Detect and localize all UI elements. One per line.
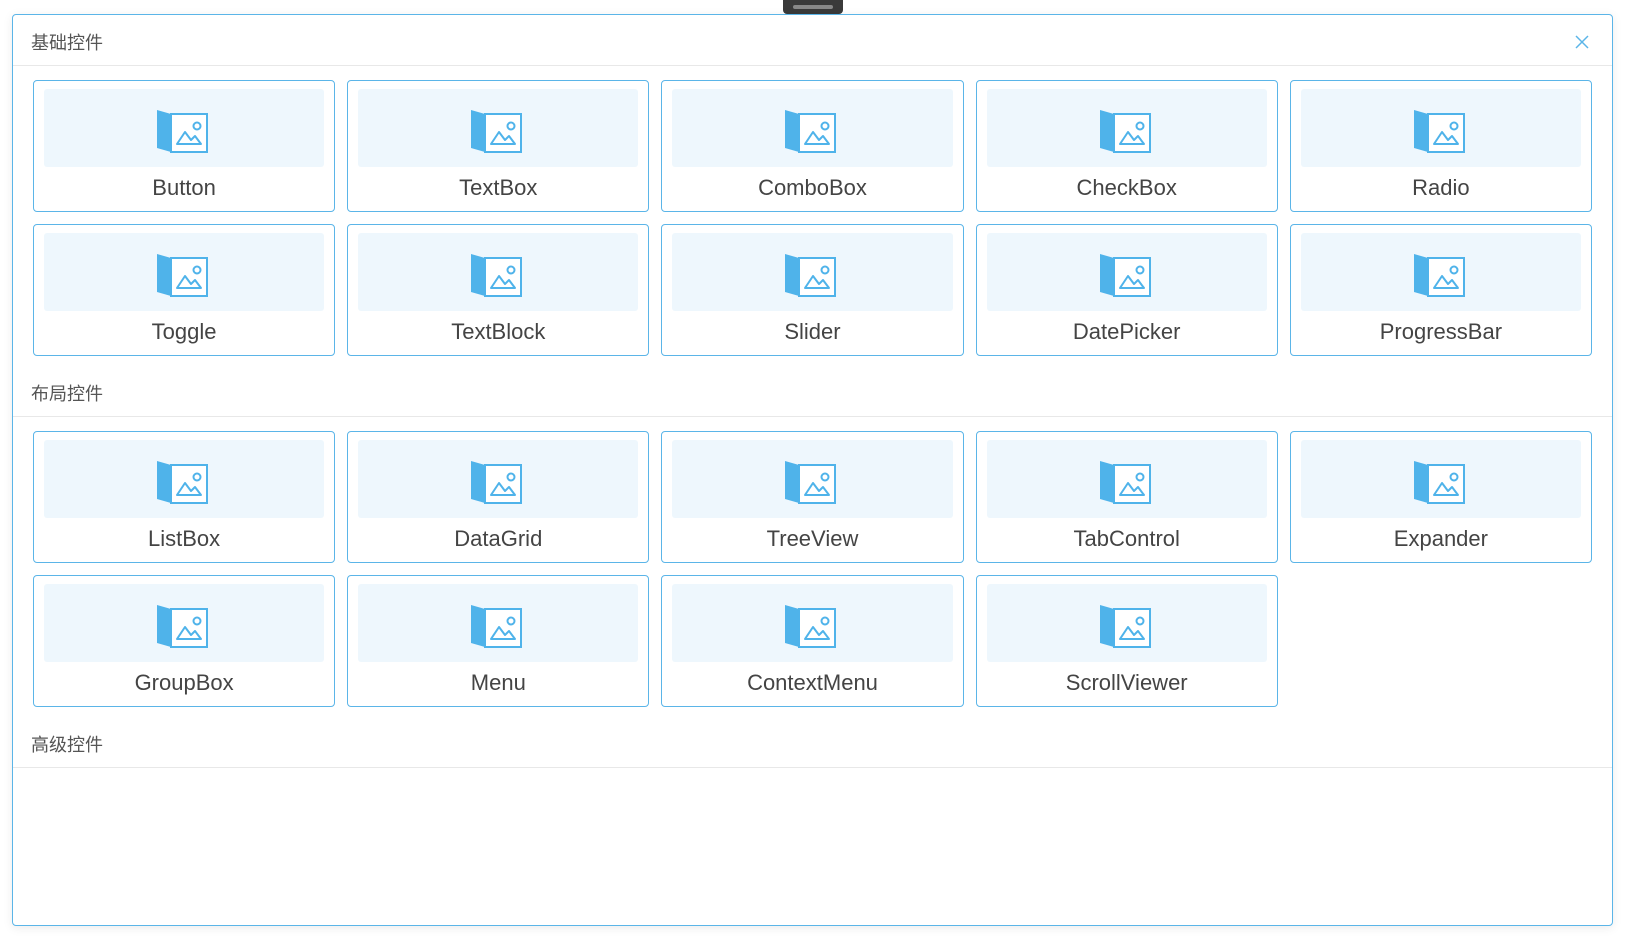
control-palette-panel: 基础控件 Button TextBox ComboBox CheckBox Ra… (12, 14, 1613, 926)
folder-image-icon (1096, 246, 1158, 298)
close-icon (1573, 33, 1591, 51)
folder-image-icon (467, 102, 529, 154)
section-title-layout: 布局控件 (13, 362, 1612, 417)
card-label: ContextMenu (747, 670, 878, 696)
card-label: TextBox (459, 175, 537, 201)
card-label: DatePicker (1073, 319, 1181, 345)
card-label: TextBlock (451, 319, 545, 345)
close-button[interactable] (1570, 30, 1594, 54)
control-slider[interactable]: Slider (661, 224, 963, 356)
control-expander[interactable]: Expander (1290, 431, 1592, 563)
card-thumbnail (987, 584, 1267, 662)
card-label: Button (152, 175, 216, 201)
card-thumbnail (1301, 233, 1581, 311)
control-tabcontrol[interactable]: TabControl (976, 431, 1278, 563)
card-label: Toggle (152, 319, 217, 345)
card-thumbnail (672, 89, 952, 167)
folder-image-icon (153, 453, 215, 505)
control-progressbar[interactable]: ProgressBar (1290, 224, 1592, 356)
folder-image-icon (153, 102, 215, 154)
layout-controls-grid: ListBox DataGrid TreeView TabControl Exp… (13, 417, 1612, 713)
control-groupbox[interactable]: GroupBox (33, 575, 335, 707)
folder-image-icon (1410, 453, 1472, 505)
card-thumbnail (987, 440, 1267, 518)
card-thumbnail (672, 584, 952, 662)
folder-image-icon (1410, 246, 1472, 298)
card-label: Menu (471, 670, 526, 696)
folder-image-icon (467, 246, 529, 298)
folder-image-icon (781, 453, 843, 505)
folder-image-icon (467, 597, 529, 649)
control-toggle[interactable]: Toggle (33, 224, 335, 356)
control-combobox[interactable]: ComboBox (661, 80, 963, 212)
folder-image-icon (781, 246, 843, 298)
card-thumbnail (987, 233, 1267, 311)
folder-image-icon (781, 102, 843, 154)
folder-image-icon (153, 246, 215, 298)
control-datagrid[interactable]: DataGrid (347, 431, 649, 563)
card-label: ListBox (148, 526, 220, 552)
card-label: DataGrid (454, 526, 542, 552)
card-thumbnail (672, 233, 952, 311)
window-drag-handle[interactable] (783, 0, 843, 14)
card-thumbnail (358, 89, 638, 167)
card-label: Expander (1394, 526, 1488, 552)
card-thumbnail (358, 233, 638, 311)
control-textblock[interactable]: TextBlock (347, 224, 649, 356)
card-thumbnail (1301, 440, 1581, 518)
card-thumbnail (358, 440, 638, 518)
control-radio[interactable]: Radio (1290, 80, 1592, 212)
basic-controls-grid: Button TextBox ComboBox CheckBox Radio T… (13, 66, 1612, 362)
card-thumbnail (1301, 89, 1581, 167)
card-label: Slider (784, 319, 840, 345)
control-checkbox[interactable]: CheckBox (976, 80, 1278, 212)
control-textbox[interactable]: TextBox (347, 80, 649, 212)
control-listbox[interactable]: ListBox (33, 431, 335, 563)
control-button[interactable]: Button (33, 80, 335, 212)
card-label: ComboBox (758, 175, 867, 201)
folder-image-icon (781, 597, 843, 649)
card-thumbnail (987, 89, 1267, 167)
section-title-advanced: 高级控件 (13, 713, 1612, 768)
card-label: TreeView (767, 526, 859, 552)
folder-image-icon (1410, 102, 1472, 154)
folder-image-icon (1096, 597, 1158, 649)
folder-image-icon (153, 597, 215, 649)
control-menu[interactable]: Menu (347, 575, 649, 707)
folder-image-icon (1096, 102, 1158, 154)
folder-image-icon (1096, 453, 1158, 505)
card-label: GroupBox (135, 670, 234, 696)
control-scrollviewer[interactable]: ScrollViewer (976, 575, 1278, 707)
control-treeview[interactable]: TreeView (661, 431, 963, 563)
card-thumbnail (44, 584, 324, 662)
folder-image-icon (467, 453, 529, 505)
section-header-basic: 基础控件 (13, 15, 1612, 66)
card-thumbnail (44, 89, 324, 167)
section-title-basic: 基础控件 (31, 29, 103, 55)
card-label: CheckBox (1077, 175, 1177, 201)
card-label: TabControl (1074, 526, 1180, 552)
card-label: Radio (1412, 175, 1469, 201)
card-thumbnail (358, 584, 638, 662)
card-thumbnail (44, 233, 324, 311)
card-label: ProgressBar (1380, 319, 1502, 345)
card-label: ScrollViewer (1066, 670, 1188, 696)
card-thumbnail (44, 440, 324, 518)
control-datepicker[interactable]: DatePicker (976, 224, 1278, 356)
card-thumbnail (672, 440, 952, 518)
control-contextmenu[interactable]: ContextMenu (661, 575, 963, 707)
